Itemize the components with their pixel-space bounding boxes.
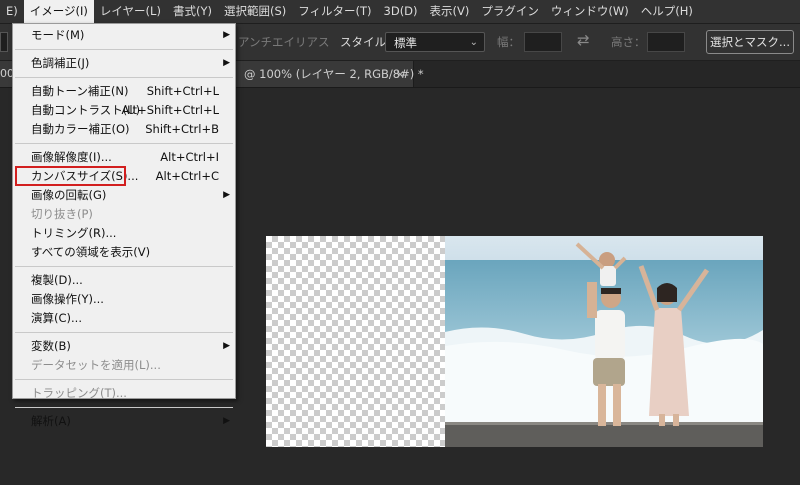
menu-item[interactable]: モード(M) ▶	[13, 26, 235, 45]
submenu-arrow-icon: ▶	[223, 341, 230, 351]
select-and-mask-button[interactable]: 選択とマスク...	[706, 30, 794, 54]
menu-separator	[15, 266, 233, 267]
menu-separator	[15, 77, 233, 78]
menubar-item[interactable]: イメージ(I)	[23, 0, 94, 23]
menubar-item[interactable]: プラグイン	[475, 0, 545, 23]
menu-item-shortcut: Shift+Ctrl+L	[146, 84, 219, 98]
menu-bar: E) イメージ(I) レイヤー(L) 書式(Y) 選択範囲(S) フィルター(T) 3D(D…	[0, 0, 800, 24]
menu-item-label: 演算(C)...	[31, 311, 82, 325]
menu-separator	[15, 332, 233, 333]
menubar-item[interactable]: ウィンドウ(W)	[545, 0, 635, 23]
menu-item-label: トラッピング(T)...	[31, 386, 127, 400]
menu-item-label: 切り抜き(P)	[31, 207, 93, 221]
menu-item-label: 複製(D)...	[31, 273, 83, 287]
menu-item[interactable]: 色調補正(J) ▶	[13, 54, 235, 73]
menu-item-label: データセットを適用(L)...	[31, 358, 161, 372]
antialias-checkbox-label[interactable]: アンチエイリアス	[238, 34, 330, 50]
menu-item[interactable]: カンバスサイズ(S)... Alt+Ctrl+C	[13, 166, 235, 186]
menu-item-label: 画像操作(Y)...	[31, 292, 104, 306]
swap-icon[interactable]: ⇄	[577, 31, 590, 49]
menu-item[interactable]: 複製(D)...	[13, 271, 235, 290]
menu-separator	[15, 143, 233, 144]
menu-item-label: 変数(B)	[31, 339, 71, 353]
menu-separator	[15, 407, 233, 408]
width-field[interactable]	[524, 32, 562, 52]
menu-item[interactable]: 画像の回転(G) ▶	[13, 186, 235, 205]
menu-item[interactable]: 画像解像度(I)... Alt+Ctrl+I	[13, 148, 235, 167]
menubar-item[interactable]: ヘルプ(H)	[635, 0, 699, 23]
submenu-arrow-icon: ▶	[223, 58, 230, 68]
menu-item[interactable]: 変数(B) ▶	[13, 337, 235, 356]
style-value: 標準	[394, 36, 417, 50]
menubar-item[interactable]: 選択範囲(S)	[218, 0, 292, 23]
document-canvas[interactable]	[266, 236, 763, 447]
menu-item-shortcut: Shift+Ctrl+B	[145, 122, 219, 136]
menu-item[interactable]: 自動コントラスト(U) Alt+Shift+Ctrl+L	[13, 101, 235, 120]
menubar-item[interactable]: 3D(D)	[378, 0, 424, 23]
width-label: 幅：	[497, 35, 520, 49]
menu-item[interactable]: 画像操作(Y)...	[13, 290, 235, 309]
chevron-down-icon: ⌄	[469, 37, 478, 48]
menu-item-label: 画像の回転(G)	[31, 188, 107, 202]
menu-item[interactable]: 自動カラー補正(O) Shift+Ctrl+B	[13, 120, 235, 139]
menu-item-shortcut: Alt+Ctrl+C	[155, 169, 219, 183]
menu-item-label: 画像解像度(I)...	[31, 150, 112, 164]
document-tab[interactable]: @ 100% (レイヤー 2, RGB/8#) * ×	[236, 61, 424, 87]
image-menu-dropdown: モード(M) ▶ 色調補正(J) ▶ 自動トーン補正(N) Shift+Ctrl+L 自動コ…	[12, 23, 236, 428]
menu-item-label: 色調補正(J)	[31, 56, 90, 70]
menu-item-label: すべての領域を表示(V)	[31, 245, 151, 259]
menubar-item[interactable]: 表示(V)	[424, 0, 476, 23]
height-field[interactable]	[647, 32, 685, 52]
tool-preset-field[interactable]	[0, 32, 8, 52]
menubar-item[interactable]: フィルター(T)	[292, 0, 377, 23]
menu-item-shortcut: Alt+Shift+Ctrl+L	[121, 103, 220, 117]
height-label: 高さ：	[611, 35, 646, 49]
submenu-arrow-icon: ▶	[223, 416, 230, 426]
menubar-item[interactable]: 書式(Y)	[167, 0, 218, 23]
menu-item-label: モード(M)	[31, 28, 85, 42]
submenu-arrow-icon: ▶	[223, 190, 230, 200]
menubar-item[interactable]: レイヤー(L)	[94, 0, 167, 23]
menubar-item[interactable]: E)	[0, 0, 24, 23]
menu-item-shortcut: Alt+Ctrl+I	[160, 150, 219, 164]
beach-family-photo	[445, 236, 763, 447]
menu-separator	[15, 379, 233, 380]
menu-item[interactable]: 解析(A) ▶	[13, 412, 235, 431]
submenu-arrow-icon: ▶	[223, 30, 230, 40]
menu-item[interactable]: トリミング(R)...	[13, 224, 235, 243]
transparent-area	[266, 236, 445, 447]
menu-item-label: トリミング(R)...	[31, 226, 117, 240]
style-select[interactable]: 標準 ⌄	[385, 32, 485, 52]
highlight-annotation-box	[15, 166, 126, 186]
menu-item: トラッピング(T)...	[13, 384, 235, 403]
menu-item-label: 解析(A)	[31, 414, 71, 428]
menu-item: データセットを適用(L)...	[13, 356, 235, 375]
menu-item[interactable]: 演算(C)...	[13, 309, 235, 328]
menu-separator	[15, 49, 233, 50]
menu-item-label: 自動カラー補正(O)	[31, 122, 130, 136]
menu-item[interactable]: 自動トーン補正(N) Shift+Ctrl+L	[13, 82, 235, 101]
menu-item: 切り抜き(P)	[13, 205, 235, 224]
menu-item-label: 自動トーン補正(N)	[31, 84, 129, 98]
close-icon[interactable]: ×	[395, 61, 405, 87]
menu-item[interactable]: すべての領域を表示(V)	[13, 243, 235, 262]
